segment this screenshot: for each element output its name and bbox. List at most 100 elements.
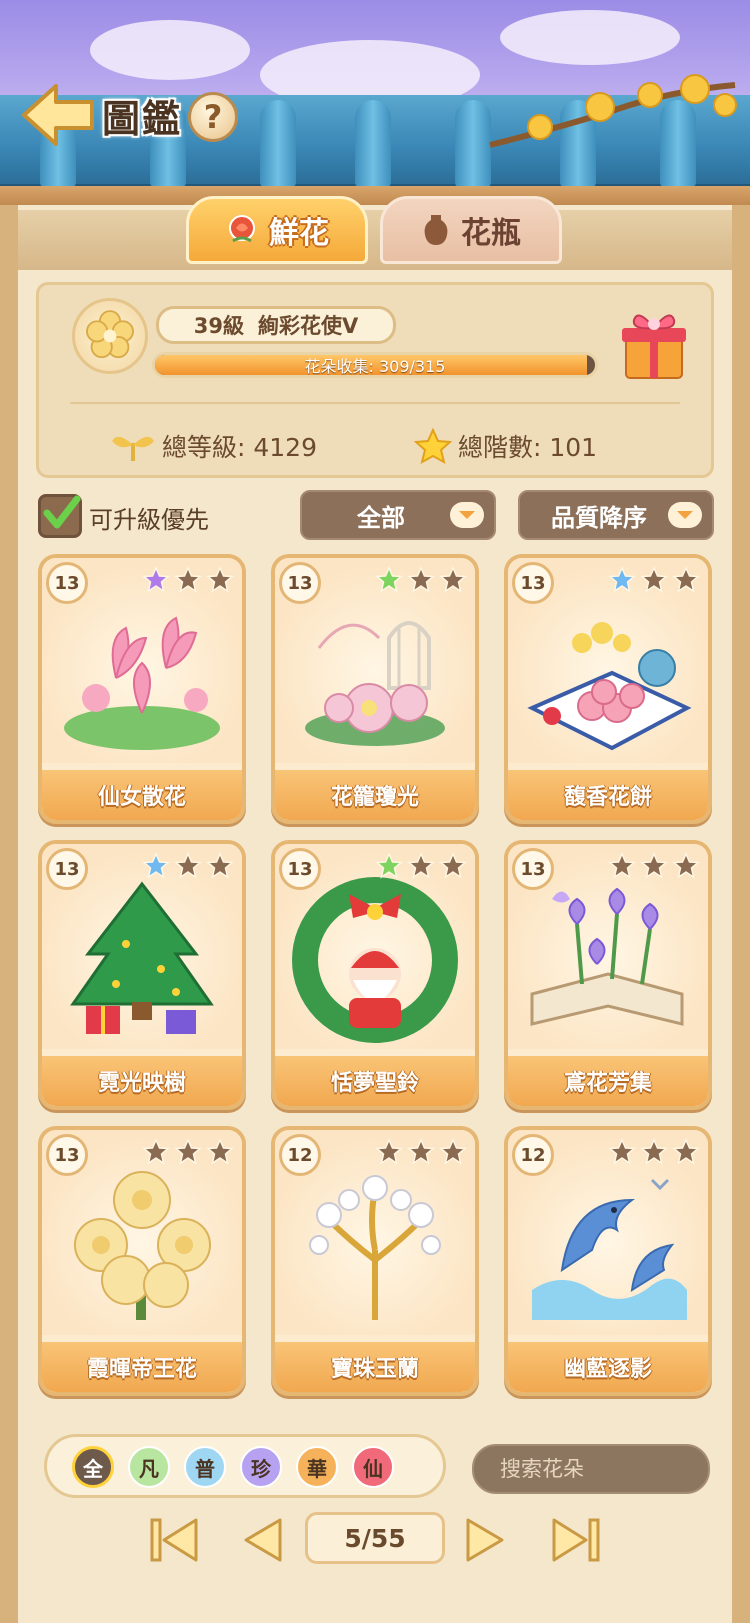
card-level-badge: 13 <box>279 848 321 890</box>
card-stars <box>142 1138 234 1166</box>
card-level-badge: 13 <box>512 848 554 890</box>
card-level-badge: 12 <box>279 1134 321 1176</box>
category-dropdown[interactable]: 全部 <box>300 490 496 540</box>
rarity-filter-normal[interactable]: 普 <box>184 1446 226 1488</box>
sort-dropdown-value: 品質降序 <box>551 503 647 532</box>
rank-title: 絢彩花使V <box>257 314 359 338</box>
lotus-flower-icon <box>64 616 220 750</box>
roof-tile <box>260 100 296 188</box>
star-icon <box>608 852 636 879</box>
card-stars <box>142 566 234 594</box>
blossom-branch-icon <box>489 74 737 148</box>
cloud <box>90 20 250 80</box>
total-stage-text: 總階數: 101 <box>458 433 598 462</box>
chevron-down-icon <box>668 502 702 528</box>
card-name: 恬夢聖鈴 <box>275 1056 475 1106</box>
search-box[interactable] <box>472 1444 750 1494</box>
star-icon <box>142 852 170 879</box>
card-stars <box>375 852 467 880</box>
flower-card[interactable]: 13 霓光映樹 <box>38 840 246 1110</box>
protea-flower-icon <box>74 1171 211 1320</box>
last-page-icon[interactable] <box>548 1514 604 1566</box>
star-icon <box>375 566 403 593</box>
back-arrow-icon[interactable] <box>18 80 98 150</box>
card-name: 霞暉帝王花 <box>42 1342 242 1392</box>
star-icon <box>439 852 467 879</box>
tab-flowers-label: 鮮花 <box>269 216 329 251</box>
star-icon <box>407 566 435 593</box>
flower-card[interactable]: 12 幽藍逐影 <box>504 1126 712 1396</box>
tab-vases[interactable]: 花瓶 <box>380 196 562 264</box>
flower-card[interactable]: 13 花籠瓊光 <box>271 554 479 824</box>
star-icon <box>206 1138 234 1165</box>
rarity-filter-immortal[interactable]: 仙 <box>352 1446 394 1488</box>
tab-vases-label: 花瓶 <box>461 216 521 251</box>
flower-card[interactable]: 13 恬夢聖鈴 <box>271 840 479 1110</box>
rarity-filter-all[interactable]: 全 <box>72 1446 114 1488</box>
total-stage-stat: 總階數: 101 <box>414 428 597 464</box>
rarity-filter-rare[interactable]: 珍 <box>240 1446 282 1488</box>
upgrade-first-checkbox[interactable] <box>38 494 82 538</box>
iris-book-icon <box>530 887 684 1026</box>
christmas-tree-icon <box>70 881 214 1034</box>
tab-bar <box>18 210 732 270</box>
card-level-badge: 13 <box>46 848 88 890</box>
star-icon <box>608 1138 636 1165</box>
card-stars <box>142 852 234 880</box>
page-indicator: 5/55 <box>305 1512 445 1564</box>
star-icon <box>407 1138 435 1165</box>
star-icon <box>174 852 202 879</box>
rarity-filter-elegant[interactable]: 華 <box>296 1446 338 1488</box>
star-icon <box>608 566 636 593</box>
flower-card[interactable]: 12 寶珠玉蘭 <box>271 1126 479 1396</box>
card-stars <box>375 1138 467 1166</box>
santa-wreath-icon <box>292 877 458 1043</box>
rarity-filter-common[interactable]: 凡 <box>128 1446 170 1488</box>
flower-card[interactable]: 13 鳶花芳集 <box>504 840 712 1110</box>
card-level-badge: 13 <box>46 562 88 604</box>
category-dropdown-value: 全部 <box>357 503 405 532</box>
star-icon <box>142 566 170 593</box>
flower-emblem-icon <box>72 298 148 374</box>
star-icon <box>640 852 668 879</box>
rose-icon <box>229 215 255 243</box>
search-input[interactable] <box>482 1457 750 1481</box>
star-icon <box>672 852 700 879</box>
card-name: 霓光映樹 <box>42 1056 242 1106</box>
birdcage-flowers-icon <box>305 621 445 746</box>
card-level-badge: 13 <box>279 562 321 604</box>
sort-dropdown[interactable]: 品質降序 <box>518 490 714 540</box>
flower-card[interactable]: 13 霞暉帝王花 <box>38 1126 246 1396</box>
flower-card[interactable]: 13 仙女散花 <box>38 554 246 824</box>
tab-flowers[interactable]: 鮮花 <box>186 196 368 264</box>
card-name: 寶珠玉蘭 <box>275 1342 475 1392</box>
card-name: 鳶花芳集 <box>508 1056 708 1106</box>
previous-page-icon[interactable] <box>236 1514 292 1566</box>
card-name: 仙女散花 <box>42 770 242 820</box>
magnolia-tree-icon <box>309 1175 441 1320</box>
flower-card[interactable]: 13 馥香花餅 <box>504 554 712 824</box>
page-title: 圖鑑 <box>102 97 183 141</box>
collection-progress-bar: 花朵收集: 309/315 <box>152 352 598 378</box>
help-button[interactable]: ? <box>188 92 238 142</box>
gift-box-icon[interactable] <box>618 304 690 382</box>
star-icon <box>142 1138 170 1165</box>
first-page-icon[interactable] <box>146 1514 202 1566</box>
divider <box>70 402 680 404</box>
flower-cake-tea-icon <box>527 622 692 751</box>
star-icon <box>439 1138 467 1165</box>
star-icon <box>174 1138 202 1165</box>
dolphin-icon <box>532 1178 687 1320</box>
star-icon <box>407 852 435 879</box>
collection-progress-text: 花朵收集: 309/315 <box>304 357 446 376</box>
card-level-badge: 13 <box>46 1134 88 1176</box>
upgrade-first-label: 可升級優先 <box>89 506 209 534</box>
star-icon <box>206 566 234 593</box>
star-icon <box>206 852 234 879</box>
star-icon <box>375 852 403 879</box>
star-icon <box>640 566 668 593</box>
star-icon <box>672 566 700 593</box>
star-icon <box>672 1138 700 1165</box>
chevron-down-icon <box>450 502 484 528</box>
next-page-icon[interactable] <box>456 1514 512 1566</box>
